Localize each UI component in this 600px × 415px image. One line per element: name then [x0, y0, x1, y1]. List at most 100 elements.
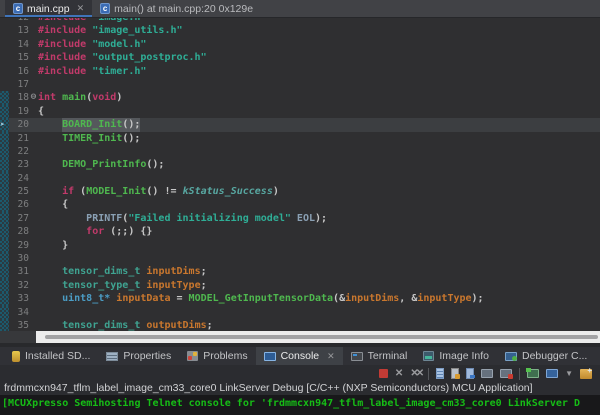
- code-line[interactable]: ➤20 BOARD_Init();: [0, 118, 600, 131]
- code-line[interactable]: 34: [0, 306, 600, 319]
- code-line[interactable]: 25 if (MODEL_Init() != kStatus_Success): [0, 185, 600, 198]
- gutter-ruler[interactable]: [0, 65, 9, 78]
- properties-icon: [106, 352, 118, 361]
- gutter-ruler[interactable]: [0, 51, 9, 64]
- remove-all-terminated-button[interactable]: [410, 369, 421, 378]
- horizontal-scrollbar[interactable]: [0, 331, 600, 343]
- clear-console-button[interactable]: [436, 368, 444, 379]
- gutter-ruler[interactable]: [0, 145, 9, 158]
- gutter-ruler[interactable]: [0, 212, 9, 225]
- toolbar-separator: [519, 368, 520, 380]
- panel-tab-problems[interactable]: Problems: [179, 347, 255, 365]
- gutter-ruler[interactable]: [0, 239, 9, 252]
- scrollbar-corner: [0, 331, 36, 343]
- gutter-ruler[interactable]: [0, 306, 9, 319]
- gutter-ruler[interactable]: [0, 265, 9, 278]
- line-number: 18: [9, 91, 29, 104]
- code-line[interactable]: 23 DEMO_PrintInfo();: [0, 158, 600, 171]
- gutter-ruler[interactable]: [0, 78, 9, 91]
- editor-tab-strip: main.cpp✕main() at main.cpp:20 0x129e: [0, 0, 600, 18]
- line-number: 25: [9, 185, 29, 198]
- debug-pointer-icon: ➤: [0, 118, 5, 131]
- code-line[interactable]: 32 tensor_type_t inputType;: [0, 279, 600, 292]
- gutter-ruler[interactable]: [0, 38, 9, 51]
- code-line[interactable]: 24: [0, 172, 600, 185]
- code-line[interactable]: 15#include "output_postproc.h": [0, 51, 600, 64]
- scrollbar-track[interactable]: [36, 331, 600, 343]
- code-line[interactable]: 28 for (;;) {}: [0, 225, 600, 238]
- fold-marker-icon: [29, 118, 38, 131]
- gutter-ruler[interactable]: [0, 198, 9, 211]
- code-line[interactable]: 31 tensor_dims_t inputDims;: [0, 265, 600, 278]
- code-text: for (;;) {}: [38, 225, 152, 238]
- code-text: }: [38, 239, 68, 252]
- code-line[interactable]: 18⊖int main(void): [0, 91, 600, 104]
- close-icon[interactable]: ✕: [77, 3, 85, 14]
- terminate-button[interactable]: [379, 369, 388, 378]
- gutter-ruler[interactable]: [0, 292, 9, 305]
- code-line[interactable]: 14#include "model.h": [0, 38, 600, 51]
- word-wrap-button[interactable]: [466, 368, 474, 379]
- code-line[interactable]: 17: [0, 78, 600, 91]
- code-line[interactable]: 19{: [0, 105, 600, 118]
- show-console-on-stderr-button[interactable]: [500, 369, 512, 378]
- gutter-ruler[interactable]: [0, 319, 9, 331]
- gutter-ruler[interactable]: [0, 158, 9, 171]
- editor-tab[interactable]: main.cpp✕: [5, 0, 92, 17]
- code-text: if (MODEL_Init() != kStatus_Success): [38, 185, 279, 198]
- remove-launch-button[interactable]: [395, 369, 403, 378]
- open-console-button[interactable]: [580, 369, 592, 379]
- close-icon[interactable]: ✕: [327, 351, 335, 362]
- fold-marker-icon: [29, 225, 38, 238]
- gutter-ruler[interactable]: ➤: [0, 118, 9, 131]
- gutter-ruler[interactable]: [0, 185, 9, 198]
- code-line[interactable]: 27 PRINTF("Failed initializing model" EO…: [0, 212, 600, 225]
- line-number: 30: [9, 252, 29, 265]
- editor-tab[interactable]: main() at main.cpp:20 0x129e: [92, 0, 261, 17]
- code-text: PRINTF("Failed initializing model" EOL);: [38, 212, 327, 225]
- line-number: 33: [9, 292, 29, 305]
- fold-marker-icon: [29, 65, 38, 78]
- gutter-ruler[interactable]: [0, 24, 9, 37]
- pin-console-button[interactable]: [527, 369, 539, 378]
- code-text: tensor_dims_t inputDims;: [38, 265, 207, 278]
- fold-marker-icon: [29, 239, 38, 252]
- code-line[interactable]: 16#include "timer.h": [0, 65, 600, 78]
- panel-tab-offline-perip[interactable]: Offline Perip...: [595, 347, 600, 365]
- console-output[interactable]: [MCUXpresso Semihosting Telnet console f…: [0, 395, 600, 415]
- line-number: 27: [9, 212, 29, 225]
- panel-tab-installed-sd[interactable]: Installed SD...: [4, 347, 98, 365]
- code-line[interactable]: 33 uint8_t* inputData = MODEL_GetInputTe…: [0, 292, 600, 305]
- panel-tab-properties[interactable]: Properties: [98, 347, 179, 365]
- panel-tab-image-info[interactable]: Image Info: [415, 347, 497, 365]
- gutter-ruler[interactable]: [0, 252, 9, 265]
- panel-tab-debugger-c[interactable]: Debugger C...: [497, 347, 595, 365]
- gutter-ruler[interactable]: [0, 91, 9, 104]
- line-number: 14: [9, 38, 29, 51]
- scrollbar-thumb[interactable]: [45, 335, 598, 339]
- gutter-ruler[interactable]: [0, 132, 9, 145]
- fold-marker-icon[interactable]: ⊖: [29, 91, 38, 104]
- code-line[interactable]: 26 {: [0, 198, 600, 211]
- gutter-ruler[interactable]: [0, 225, 9, 238]
- code-line[interactable]: 29 }: [0, 239, 600, 252]
- display-selected-console-button[interactable]: [546, 369, 558, 378]
- code-editor[interactable]: 12#include "image.h"13#include "image_ut…: [0, 18, 600, 331]
- code-line[interactable]: 13#include "image_utils.h": [0, 24, 600, 37]
- gutter-ruler[interactable]: [0, 172, 9, 185]
- scroll-lock-button[interactable]: [451, 368, 459, 379]
- code-line[interactable]: 35 tensor_dims_t outputDims;: [0, 319, 600, 331]
- show-console-on-stdout-button[interactable]: [481, 369, 493, 378]
- line-number: 34: [9, 306, 29, 319]
- code-line[interactable]: 21 TIMER_Init();: [0, 132, 600, 145]
- panel-tab-terminal[interactable]: Terminal: [343, 347, 416, 365]
- terminal-icon: [351, 352, 363, 361]
- gutter-ruler[interactable]: [0, 105, 9, 118]
- panel-tab-console[interactable]: Console✕: [256, 347, 343, 365]
- code-line[interactable]: 22: [0, 145, 600, 158]
- code-line[interactable]: 30: [0, 252, 600, 265]
- fold-marker-icon: [29, 24, 38, 37]
- c-file-icon: [13, 3, 23, 14]
- gutter-ruler[interactable]: [0, 279, 9, 292]
- console-dropdown-arrow[interactable]: [565, 369, 573, 378]
